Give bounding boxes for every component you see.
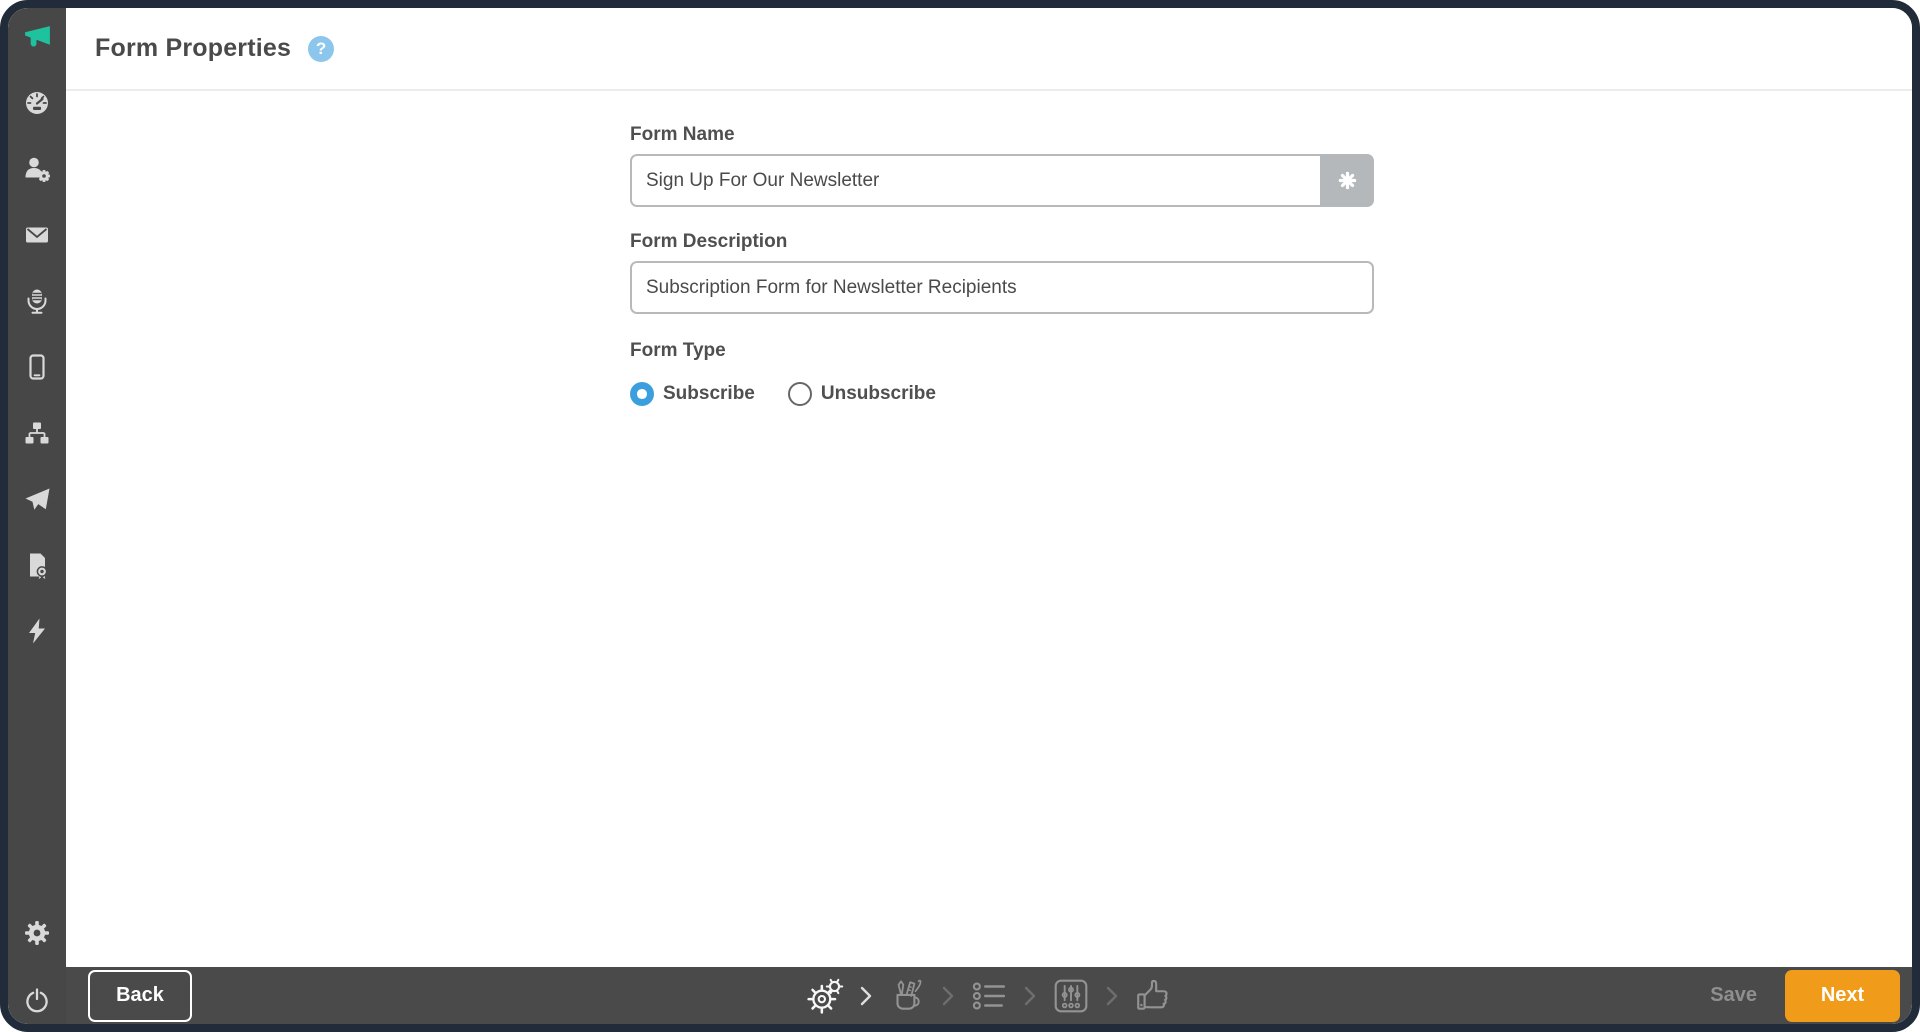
sidebar-item-contacts[interactable] [8,150,66,188]
radio-unsubscribe[interactable] [787,382,812,406]
sidebar-item-settings[interactable] [8,914,66,952]
radio-subscribe[interactable] [630,382,654,406]
form-description-group: Form Description [630,231,1912,314]
power-icon [23,987,51,1015]
next-button[interactable]: Next [1785,969,1900,1022]
form-name-label: Form Name [630,124,735,145]
wizard-footer-bar: Back Save Next [66,967,1912,1024]
settings-gear-icon [22,918,52,948]
sidebar-item-integrations[interactable] [8,612,66,650]
envelope-icon [23,221,51,249]
form-description-label: Form Description [630,231,788,252]
person-gear-icon [23,155,51,183]
back-button[interactable]: Back [88,969,192,1022]
document-badge-icon [23,551,51,579]
save-button[interactable]: Save [1710,984,1757,1007]
sidebar-item-mobile[interactable] [8,348,66,386]
sidebar-item-dashboard[interactable] [8,84,66,122]
lightning-bolt-icon [23,617,51,645]
form-properties-content: Form Name Sign Up For Our Newsletter For… [66,91,1912,406]
wizard-stepper [806,977,1172,1015]
chevron-right-icon [1105,983,1119,1009]
sidebar-item-logout[interactable] [8,982,66,1020]
sitemap-icon [23,419,51,447]
microphone-icon [23,287,51,315]
merge-field-asterisk-button[interactable] [1320,154,1374,207]
step-confirm-thumbs-up-icon[interactable] [1134,977,1172,1015]
sidebar-item-campaigns[interactable] [8,480,66,518]
step-setup-gears-icon[interactable] [806,977,844,1015]
radio-unsubscribe-label[interactable]: Unsubscribe [821,383,936,405]
form-description-input[interactable] [630,261,1374,314]
form-type-group: Form Type Subscribe Unsubscribe [630,340,1912,406]
step-fields-list-icon[interactable] [970,977,1008,1015]
sidebar [8,8,66,1024]
step-options-sliders-icon[interactable] [1052,977,1090,1015]
sidebar-item-voice[interactable] [8,282,66,320]
sidebar-item-reports[interactable] [8,546,66,584]
chevron-right-icon [859,983,873,1009]
step-design-tools-mug-icon[interactable] [888,977,926,1015]
megaphone-logo-icon[interactable] [8,16,66,60]
page-title: Form Properties [95,34,292,62]
page-header: Form Properties ? [66,8,1912,91]
chevron-right-icon [941,983,955,1009]
app-frame: Form Properties ? Form Name Sign Up For … [0,0,1920,1032]
form-type-label: Form Type [630,340,726,361]
dashboard-gauge-icon [23,89,51,117]
main-panel: Form Properties ? Form Name Sign Up For … [66,8,1912,967]
form-name-group: Form Name [630,124,1912,207]
sidebar-item-email[interactable] [8,216,66,254]
paper-plane-icon [23,485,51,513]
help-icon[interactable]: ? [308,35,335,62]
radio-subscribe-label[interactable]: Subscribe [663,383,755,405]
chevron-right-icon [1023,983,1037,1009]
footer-actions: Save Next [1710,969,1900,1022]
form-name-input[interactable] [630,154,1320,207]
mobile-phone-icon [23,353,51,381]
sidebar-item-automation[interactable] [8,414,66,452]
asterisk-icon [1338,171,1357,190]
